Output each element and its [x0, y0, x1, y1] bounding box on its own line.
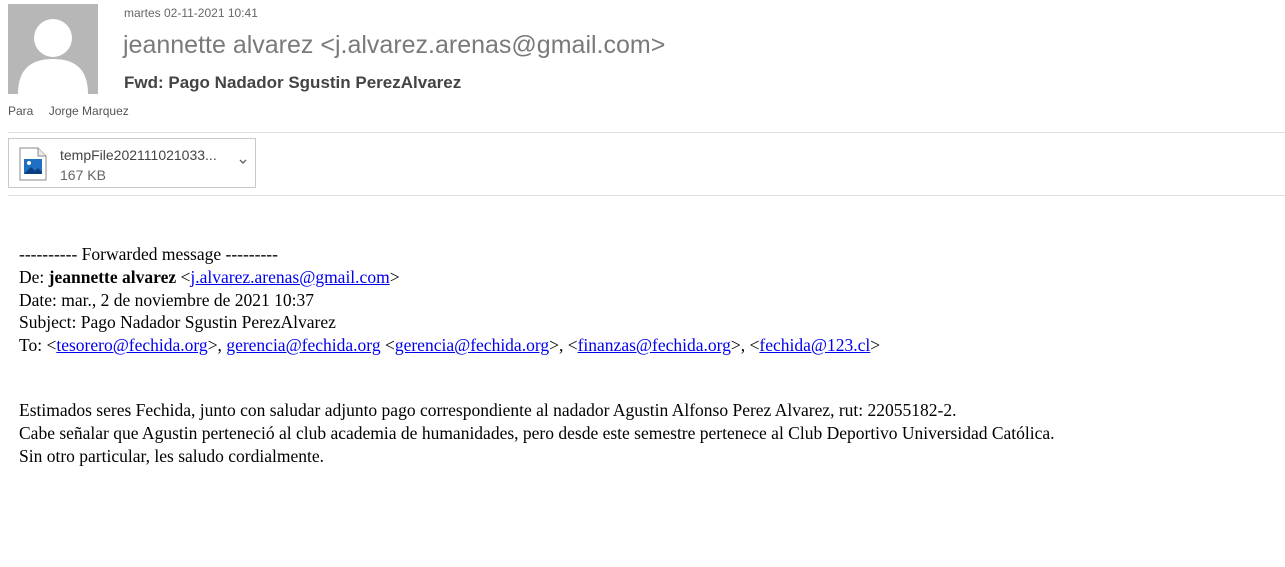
sender-avatar — [8, 4, 98, 94]
message-line: Sin otro particular, les saludo cordialm… — [19, 445, 324, 466]
message-line: Cabe señalar que Agustin perteneció al c… — [19, 422, 1055, 443]
attachment-file-name: tempFile202111021033... — [60, 147, 217, 163]
message-line: Estimados seres Fechida, junto con salud… — [19, 399, 957, 420]
image-file-icon — [19, 147, 47, 181]
attachment-file-size: 167 KB — [60, 167, 106, 183]
recipient-line: Para Jorge Marquez — [8, 104, 129, 118]
recipient-name[interactable]: Jorge Marquez — [49, 104, 129, 118]
forwarded-from-line: De: jeannette alvarez <j.alvarez.arenas@… — [19, 266, 400, 287]
attachment-card[interactable]: tempFile202111021033... 167 KB — [8, 138, 256, 188]
to-label: Para — [8, 104, 34, 118]
to-email-link[interactable]: tesorero@fechida.org — [56, 335, 207, 355]
to-email-link[interactable]: gerencia@fechida.org — [226, 335, 380, 355]
email-subject: Fwd: Pago Nadador Sgustin PerezAlvarez — [124, 73, 462, 92]
email-body: ---------- Forwarded message --------- D… — [19, 243, 1275, 467]
person-silhouette-icon — [8, 4, 98, 94]
chevron-down-icon[interactable] — [235, 153, 251, 169]
forwarded-banner: ---------- Forwarded message --------- — [19, 244, 278, 264]
sent-date: martes 02-11-2021 10:41 — [124, 6, 258, 20]
attachment-divider — [8, 195, 1285, 196]
forwarded-date-line: Date: mar., 2 de noviembre de 2021 10:37 — [19, 289, 314, 310]
sender-name[interactable]: jeannette alvarez <j.alvarez.arenas@gmai… — [123, 31, 665, 60]
to-email-link[interactable]: gerencia@fechida.org — [395, 335, 549, 355]
forwarded-to-line: To: <tesorero@fechida.org>, gerencia@fec… — [19, 335, 881, 356]
forwarded-subject-line: Subject: Pago Nadador Sgustin PerezAlvar… — [19, 312, 336, 333]
forwarded-from-name: jeannette alvarez — [48, 266, 177, 287]
to-email-link[interactable]: fechida@123.cl — [759, 335, 870, 355]
forwarded-from-email-link[interactable]: j.alvarez.arenas@gmail.com — [190, 267, 389, 287]
to-email-link[interactable]: finanzas@fechida.org — [578, 335, 731, 355]
header-divider — [8, 132, 1285, 133]
